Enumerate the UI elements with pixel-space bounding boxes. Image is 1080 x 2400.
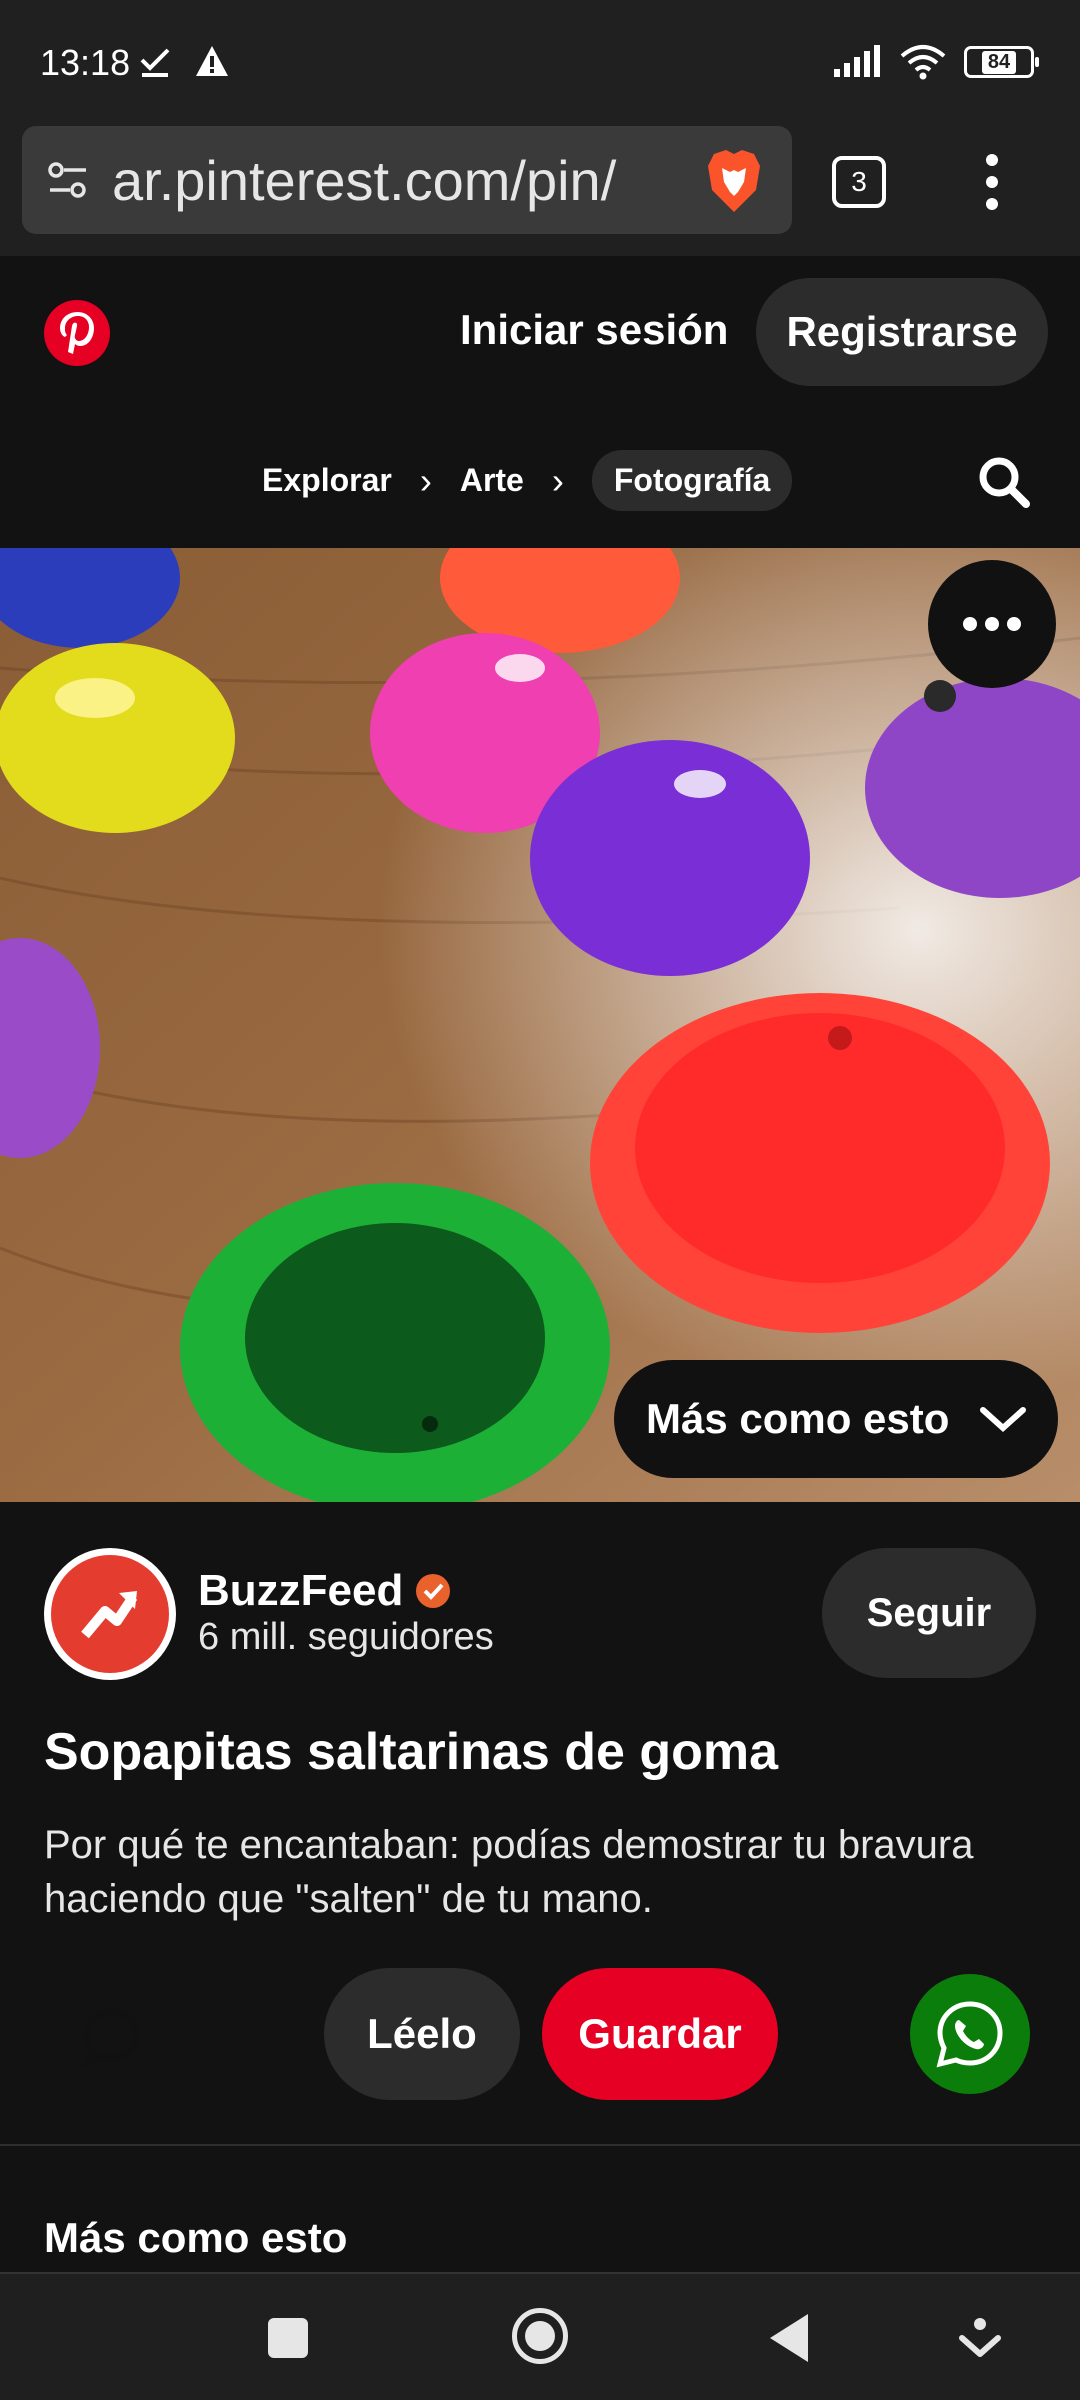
chevron-down-icon — [980, 1407, 1027, 1433]
author-name[interactable]: BuzzFeed — [198, 1566, 403, 1616]
tabs-button[interactable]: 3 — [832, 156, 886, 208]
buzzfeed-logo-icon — [51, 1555, 169, 1673]
chevron-right-icon: › — [551, 459, 564, 501]
pin-description: Por qué te encantaban: podías demostrar … — [44, 1823, 974, 1921]
more-like-this-heading: Más como esto — [44, 2214, 348, 2261]
battery-level: 84 — [981, 50, 1017, 74]
read-it-button[interactable]: Léelo — [324, 1968, 520, 2100]
url-text[interactable]: ar.pinterest.com/pin/ — [112, 148, 687, 213]
author-name-row[interactable]: BuzzFeed — [198, 1566, 451, 1616]
recents-button[interactable] — [268, 2318, 308, 2358]
check-icon — [140, 48, 170, 77]
back-button[interactable] — [770, 2314, 808, 2362]
whatsapp-icon — [936, 2001, 1003, 2068]
search-icon[interactable] — [976, 454, 1032, 510]
follow-button[interactable]: Seguir — [822, 1548, 1036, 1678]
status-left-icons — [138, 44, 230, 78]
brave-shield-icon[interactable] — [704, 148, 764, 214]
browser-toolbar: ar.pinterest.com/pin/ 3 — [0, 126, 1080, 256]
home-button[interactable] — [512, 2308, 568, 2364]
section-divider — [0, 2144, 1080, 2146]
verified-badge-icon — [416, 1574, 451, 1608]
warning-icon — [196, 46, 228, 76]
signup-button[interactable]: Registrarse — [756, 278, 1048, 386]
author-avatar[interactable] — [44, 1548, 176, 1680]
pin-image[interactable]: Más como esto — [0, 548, 1080, 1502]
status-bar: 13:18 84 — [0, 0, 1080, 126]
breadcrumb-item-fotografia[interactable]: Fotografía — [591, 450, 793, 511]
pin-title: Sopapitas saltarinas de goma — [44, 1723, 779, 1781]
status-time: 13:18 — [40, 42, 131, 83]
author-followers: 6 mill. seguidores — [198, 1616, 494, 1658]
breadcrumb-item-explorar[interactable]: Explorar — [262, 462, 392, 499]
chevron-right-icon: › — [419, 459, 432, 501]
site-header: Iniciar sesión Registrarse Explorar › Ar… — [0, 256, 1080, 546]
comment-icon[interactable] — [78, 2004, 144, 2070]
more-like-this-button[interactable]: Más como esto — [614, 1360, 1058, 1478]
hide-keyboard-icon[interactable] — [956, 2314, 1004, 2362]
wifi-icon — [900, 45, 946, 80]
signal-icon — [834, 45, 880, 77]
battery-icon: 84 — [964, 46, 1039, 78]
status-right-icons: 84 — [832, 44, 1039, 80]
more-like-this-label: Más como esto — [646, 1395, 950, 1442]
pinterest-logo-icon[interactable] — [44, 300, 110, 366]
whatsapp-share-button[interactable] — [910, 1974, 1030, 2094]
overflow-menu-icon[interactable] — [976, 154, 1008, 210]
save-button[interactable]: Guardar — [542, 1968, 778, 2100]
more-options-button[interactable] — [928, 560, 1056, 688]
tab-count: 3 — [851, 166, 867, 197]
breadcrumb-item-arte[interactable]: Arte — [460, 462, 524, 499]
system-nav-bar — [0, 2272, 1080, 2400]
url-bar[interactable]: ar.pinterest.com/pin/ — [22, 126, 792, 234]
site-settings-icon[interactable] — [46, 158, 90, 202]
breadcrumb: Explorar › Arte › Fotografía — [262, 450, 793, 511]
login-link[interactable]: Iniciar sesión — [460, 306, 728, 354]
pin-photo — [0, 548, 1080, 1502]
